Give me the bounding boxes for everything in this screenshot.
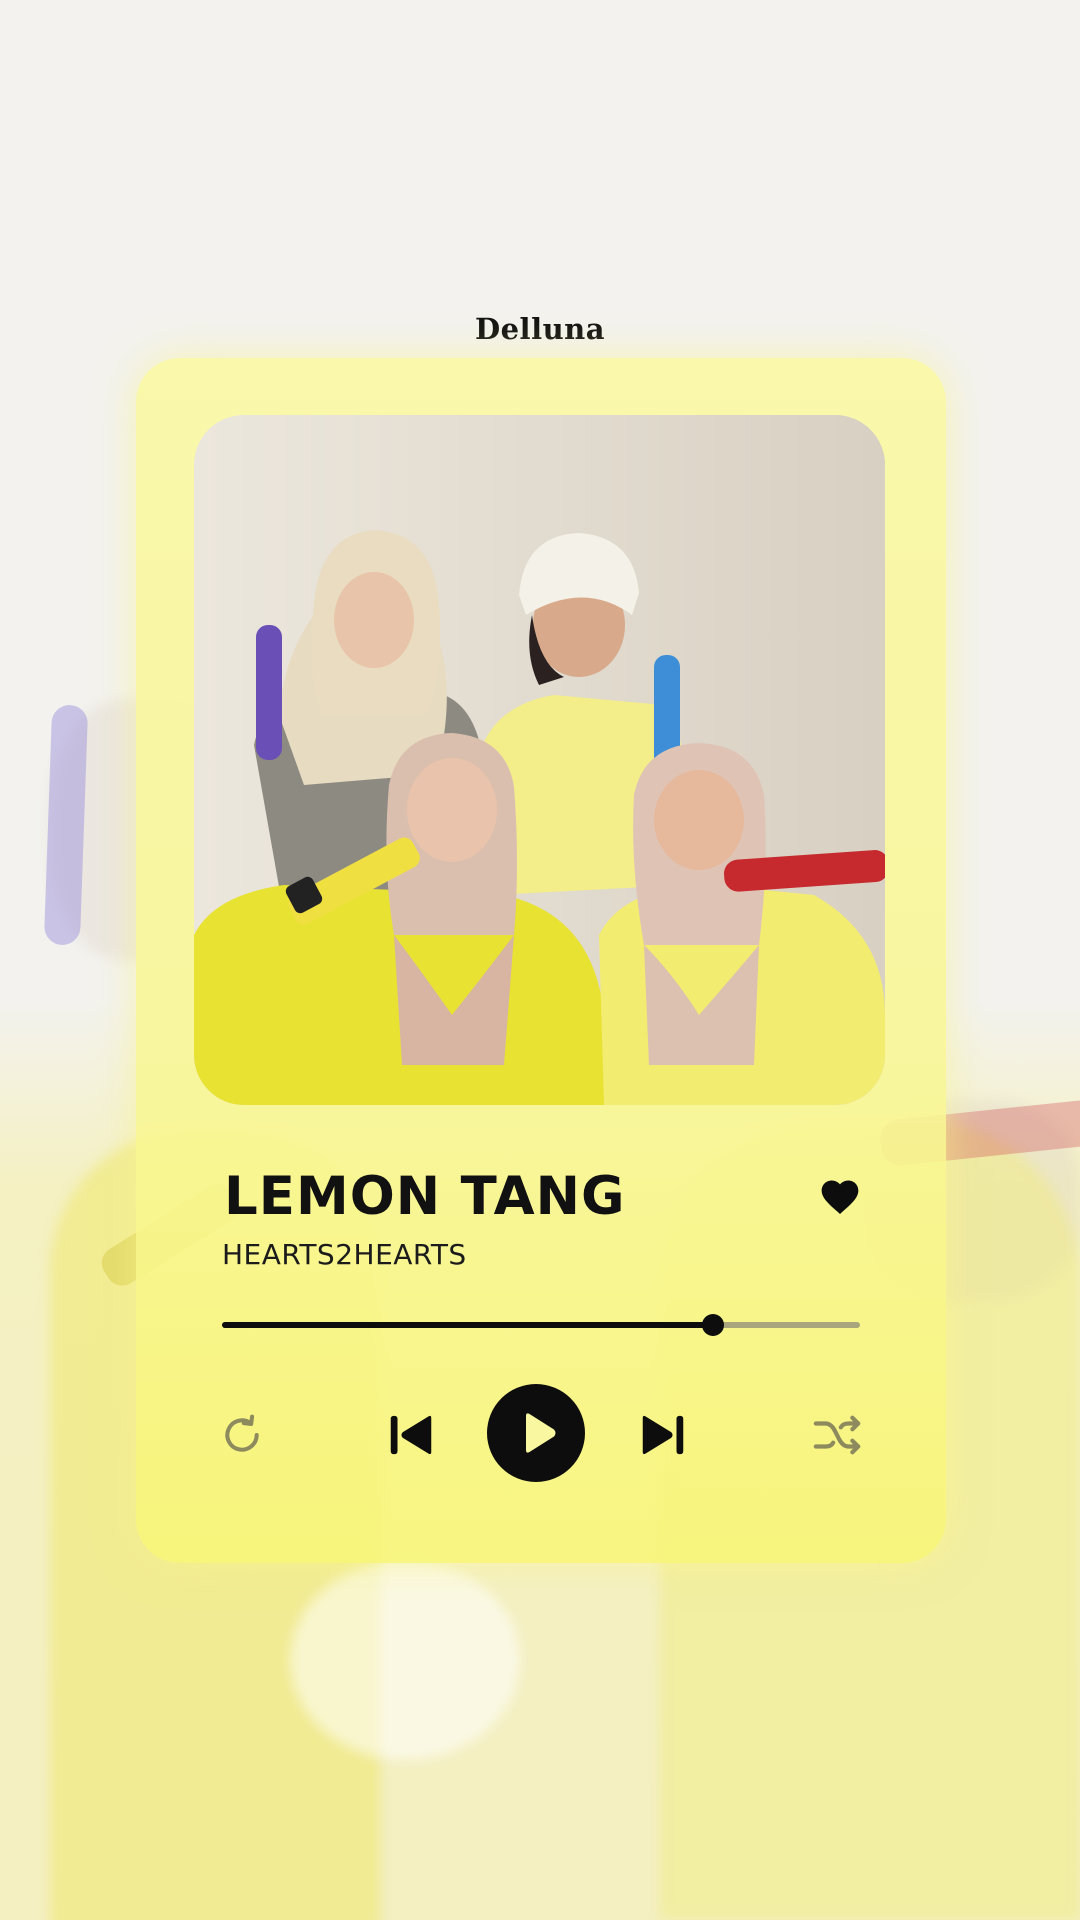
repeat-icon[interactable] bbox=[220, 1413, 264, 1457]
progress-knob[interactable] bbox=[702, 1314, 725, 1336]
shuffle-icon[interactable] bbox=[812, 1413, 862, 1457]
brand-logo: Delluna bbox=[474, 312, 606, 346]
heart-icon[interactable] bbox=[818, 1175, 862, 1219]
play-button[interactable] bbox=[486, 1383, 586, 1483]
progress-fill bbox=[222, 1322, 714, 1328]
progress-bar[interactable] bbox=[222, 1314, 860, 1336]
track-title: LEMON TANG bbox=[224, 1166, 626, 1227]
player-card: LEMON TANG HEARTS2HEARTS bbox=[136, 358, 946, 1563]
track-artist: HEARTS2HEARTS bbox=[222, 1238, 467, 1271]
album-art bbox=[194, 415, 885, 1105]
skip-previous-icon[interactable] bbox=[384, 1408, 438, 1462]
skip-next-icon[interactable] bbox=[636, 1408, 690, 1462]
